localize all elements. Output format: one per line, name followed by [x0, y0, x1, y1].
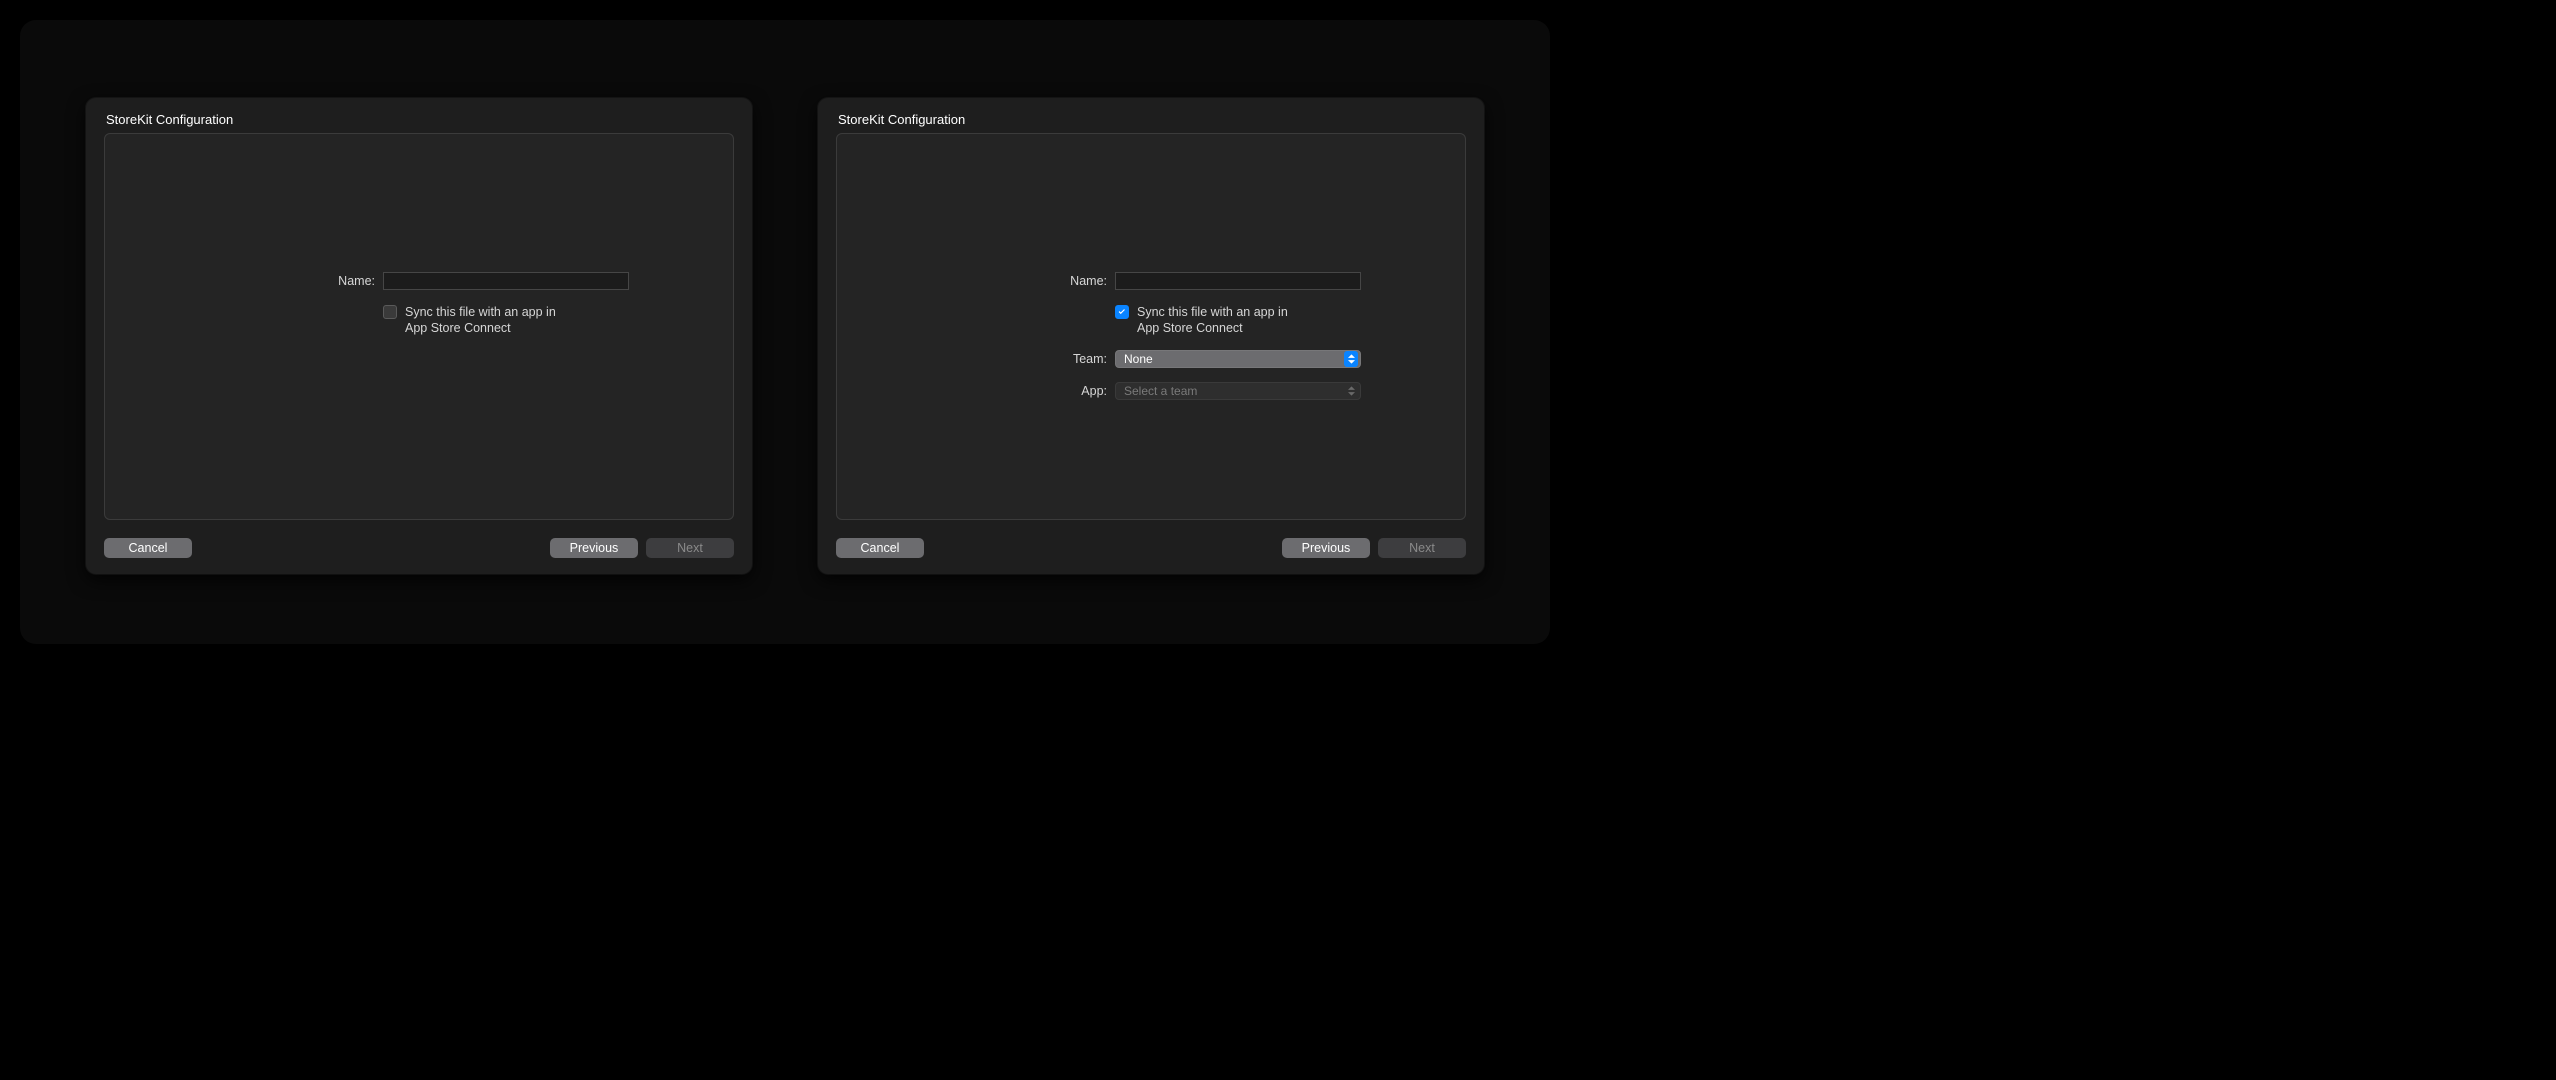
sync-label: Sync this file with an app in App Store …	[1137, 304, 1307, 336]
storekit-config-dialog-right: StoreKit Configuration Name:	[818, 98, 1484, 574]
name-input[interactable]	[1115, 272, 1361, 290]
dialog-title: StoreKit Configuration	[836, 112, 1466, 127]
chevron-updown-icon	[1344, 383, 1358, 399]
team-select-value: None	[1124, 352, 1153, 366]
sync-checkbox[interactable]	[383, 305, 397, 319]
cancel-button[interactable]: Cancel	[836, 538, 924, 558]
name-input[interactable]	[383, 272, 629, 290]
name-label: Name:	[837, 272, 1107, 288]
previous-button[interactable]: Previous	[1282, 538, 1370, 558]
team-select[interactable]: None	[1115, 350, 1361, 368]
previous-button[interactable]: Previous	[550, 538, 638, 558]
dialog-inner-area: Name: Sync this file with an app in App …	[104, 133, 734, 520]
app-select-placeholder: Select a team	[1124, 384, 1197, 398]
next-button: Next	[646, 538, 734, 558]
app-select: Select a team	[1115, 382, 1361, 400]
name-label: Name:	[105, 272, 375, 288]
sync-label: Sync this file with an app in App Store …	[405, 304, 575, 336]
team-label: Team:	[837, 350, 1107, 366]
storekit-config-dialog-left: StoreKit Configuration Name: Sync this f…	[86, 98, 752, 574]
cancel-button[interactable]: Cancel	[104, 538, 192, 558]
app-label: App:	[837, 382, 1107, 398]
chevron-updown-icon	[1344, 351, 1358, 367]
next-button: Next	[1378, 538, 1466, 558]
checkmark-icon	[1117, 307, 1127, 317]
sync-checkbox[interactable]	[1115, 305, 1129, 319]
dialog-title: StoreKit Configuration	[104, 112, 734, 127]
dialog-inner-area: Name: Sync this file with an app in App …	[836, 133, 1466, 520]
